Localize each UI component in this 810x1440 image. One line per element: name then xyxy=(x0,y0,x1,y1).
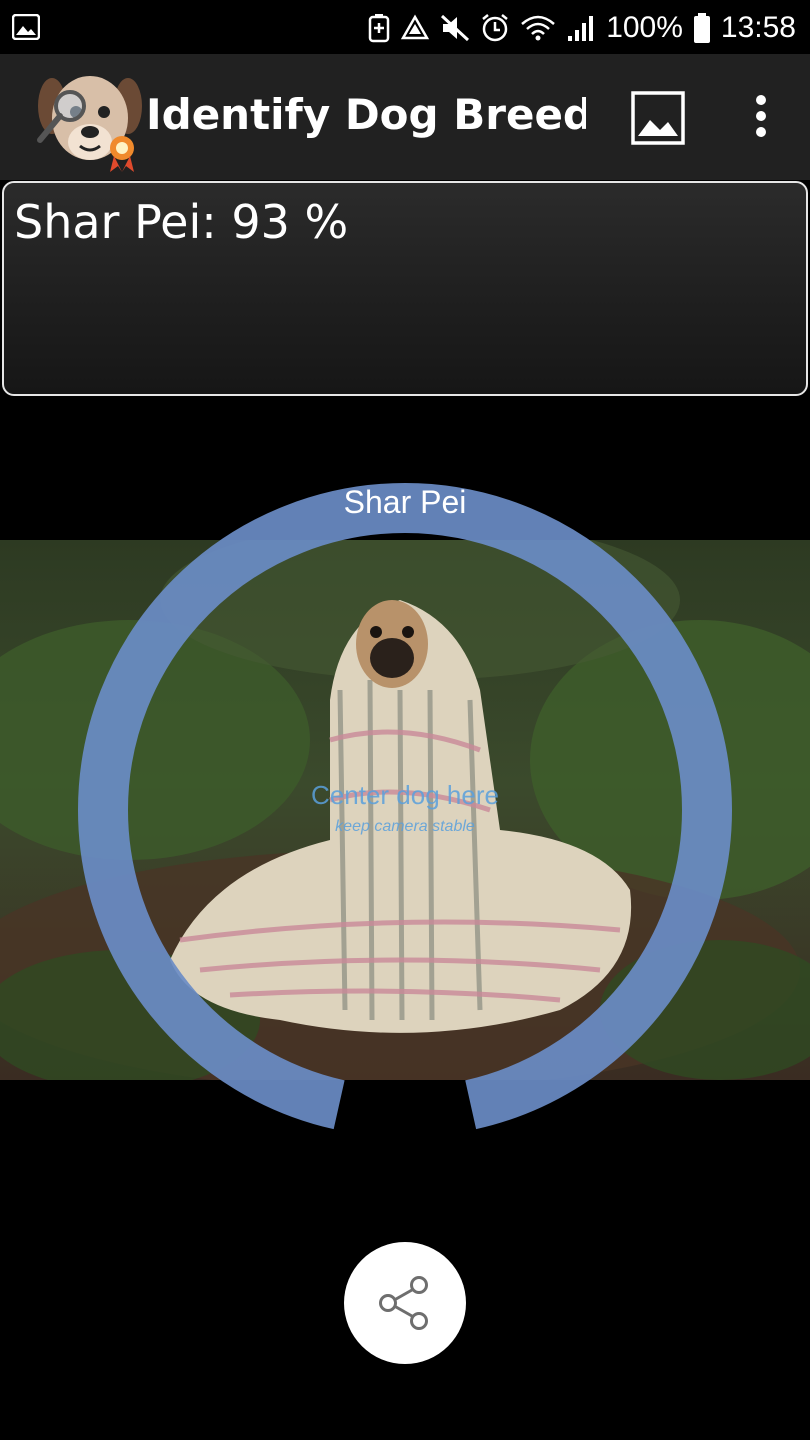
ring-label: Shar Pei xyxy=(343,484,467,520)
center-hint: Center dog here xyxy=(311,780,499,810)
share-icon xyxy=(379,1276,428,1330)
share-button[interactable] xyxy=(344,1242,466,1364)
center-subhint: keep camera stable xyxy=(335,818,475,835)
scan-ring xyxy=(78,483,732,1137)
